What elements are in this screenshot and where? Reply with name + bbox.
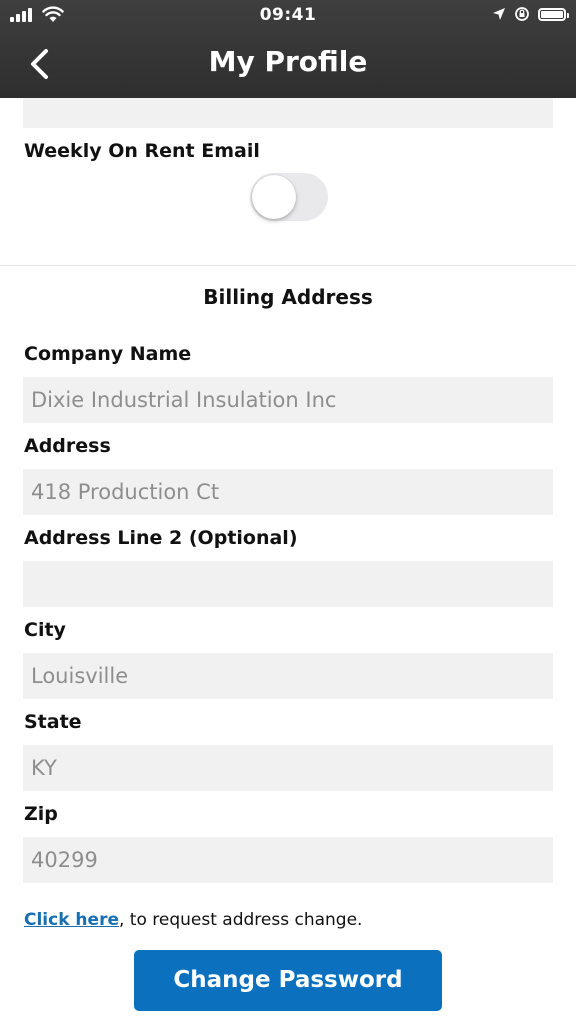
weekly-on-rent-email-toggle[interactable] [250,173,328,221]
address-change-note: Click here, to request address change. [24,910,362,930]
change-password-button[interactable]: Change Password [134,950,442,1011]
status-icons [492,6,569,22]
status-bar: 09:41 [0,0,576,32]
status-time: 09:41 [259,5,317,25]
state-field[interactable]: KY [23,745,553,791]
city-field[interactable]: Louisville [23,653,553,699]
address-field[interactable]: 418 Production Ct [23,469,553,515]
weekly-on-rent-email-label: Weekly On Rent Email [24,140,260,162]
page-title: My Profile [208,45,368,78]
location-arrow-icon [493,8,505,20]
zip-field[interactable]: 40299 [23,837,553,883]
zip-label: Zip [24,803,58,825]
address-line-2-field[interactable] [23,561,553,607]
section-divider [0,265,576,266]
battery-icon [538,7,569,21]
address-change-note-text: , to request address change. [118,910,363,930]
city-label: City [24,619,66,641]
company-name-field[interactable]: Dixie Industrial Insulation Inc [23,377,553,423]
app-header: 09:41 My Profile [0,0,576,98]
orientation-lock-icon [515,7,529,21]
previous-field-input[interactable] [23,98,553,128]
request-address-change-link[interactable]: Click here [24,910,119,930]
company-name-label: Company Name [24,343,192,365]
state-label: State [24,711,82,733]
toggle-knob [252,175,296,219]
billing-address-title: Billing Address [203,285,373,309]
address-line-2-label: Address Line 2 (Optional) [24,527,298,549]
address-label: Address [24,435,111,457]
